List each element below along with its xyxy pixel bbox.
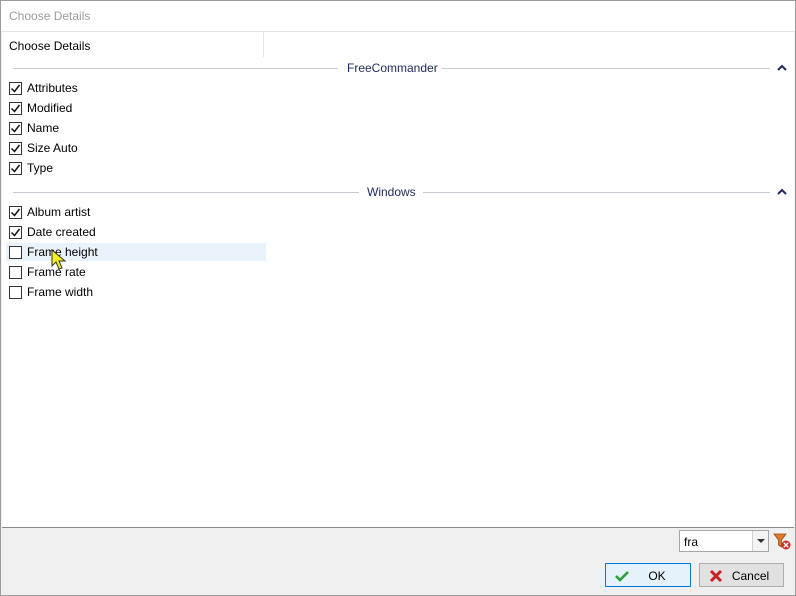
filter-input[interactable]: fra [684,535,698,549]
list-item[interactable]: Attributes [6,79,266,97]
window-title: Choose Details [1,1,795,32]
list-item[interactable]: Frame rate [6,263,266,281]
group-header-freecommander[interactable]: FreeCommander [13,61,789,75]
item-label: Date created [27,225,96,239]
mouse-pointer-icon [51,249,67,270]
cancel-label: Cancel [731,569,770,583]
item-label: Frame width [27,285,94,299]
checkbox-unchecked[interactable] [9,246,22,259]
group-divider [442,68,770,69]
checkbox-unchecked[interactable] [9,286,22,299]
list-item[interactable]: Date created [6,223,266,241]
item-label: Album artist [27,205,91,219]
group-title: Windows [367,185,416,199]
list-item[interactable]: Frame width [6,283,266,301]
item-label: Name [27,121,60,135]
list-item[interactable]: Modified [6,99,266,117]
group-divider [13,68,338,69]
chevron-up-icon[interactable] [777,187,787,197]
item-label: Type [27,161,54,175]
cancel-button[interactable]: Cancel [699,563,784,587]
chevron-up-icon[interactable] [777,63,787,73]
group-title: FreeCommander [347,61,438,75]
column-header-row: Choose Details [2,32,794,57]
checkbox-unchecked[interactable] [9,266,22,279]
filter-clear-icon[interactable] [773,532,791,550]
column-header[interactable]: Choose Details [2,32,264,57]
group-header-windows[interactable]: Windows [13,185,789,199]
filter-combobox[interactable]: fra [679,530,769,552]
checkbox-checked[interactable] [9,122,22,135]
list-item[interactable]: Type [6,159,266,177]
checkbox-checked[interactable] [9,142,22,155]
checkbox-checked[interactable] [9,226,22,239]
dialog-footer: fra OK Cancel [2,529,794,595]
list-item[interactable]: Album artist [6,203,266,221]
list-item[interactable]: Name [6,119,266,137]
checkbox-checked[interactable] [9,162,22,175]
item-label: Size Auto [27,141,78,155]
list-item-hovered[interactable]: Frame height [6,243,266,261]
item-label: Modified [27,101,73,115]
checkbox-checked[interactable] [9,206,22,219]
list-item[interactable]: Size Auto [6,139,266,157]
group-divider [13,192,359,193]
ok-label: OK [648,569,666,583]
item-label: Attributes [27,81,78,95]
group-divider [423,192,770,193]
checkbox-checked[interactable] [9,102,22,115]
chevron-down-icon[interactable] [752,531,768,551]
details-list: Choose Details FreeCommander Attributes … [2,32,794,528]
choose-details-dialog: Choose Details Choose Details FreeComman… [0,0,796,596]
checkbox-checked[interactable] [9,82,22,95]
ok-button[interactable]: OK [605,563,691,587]
